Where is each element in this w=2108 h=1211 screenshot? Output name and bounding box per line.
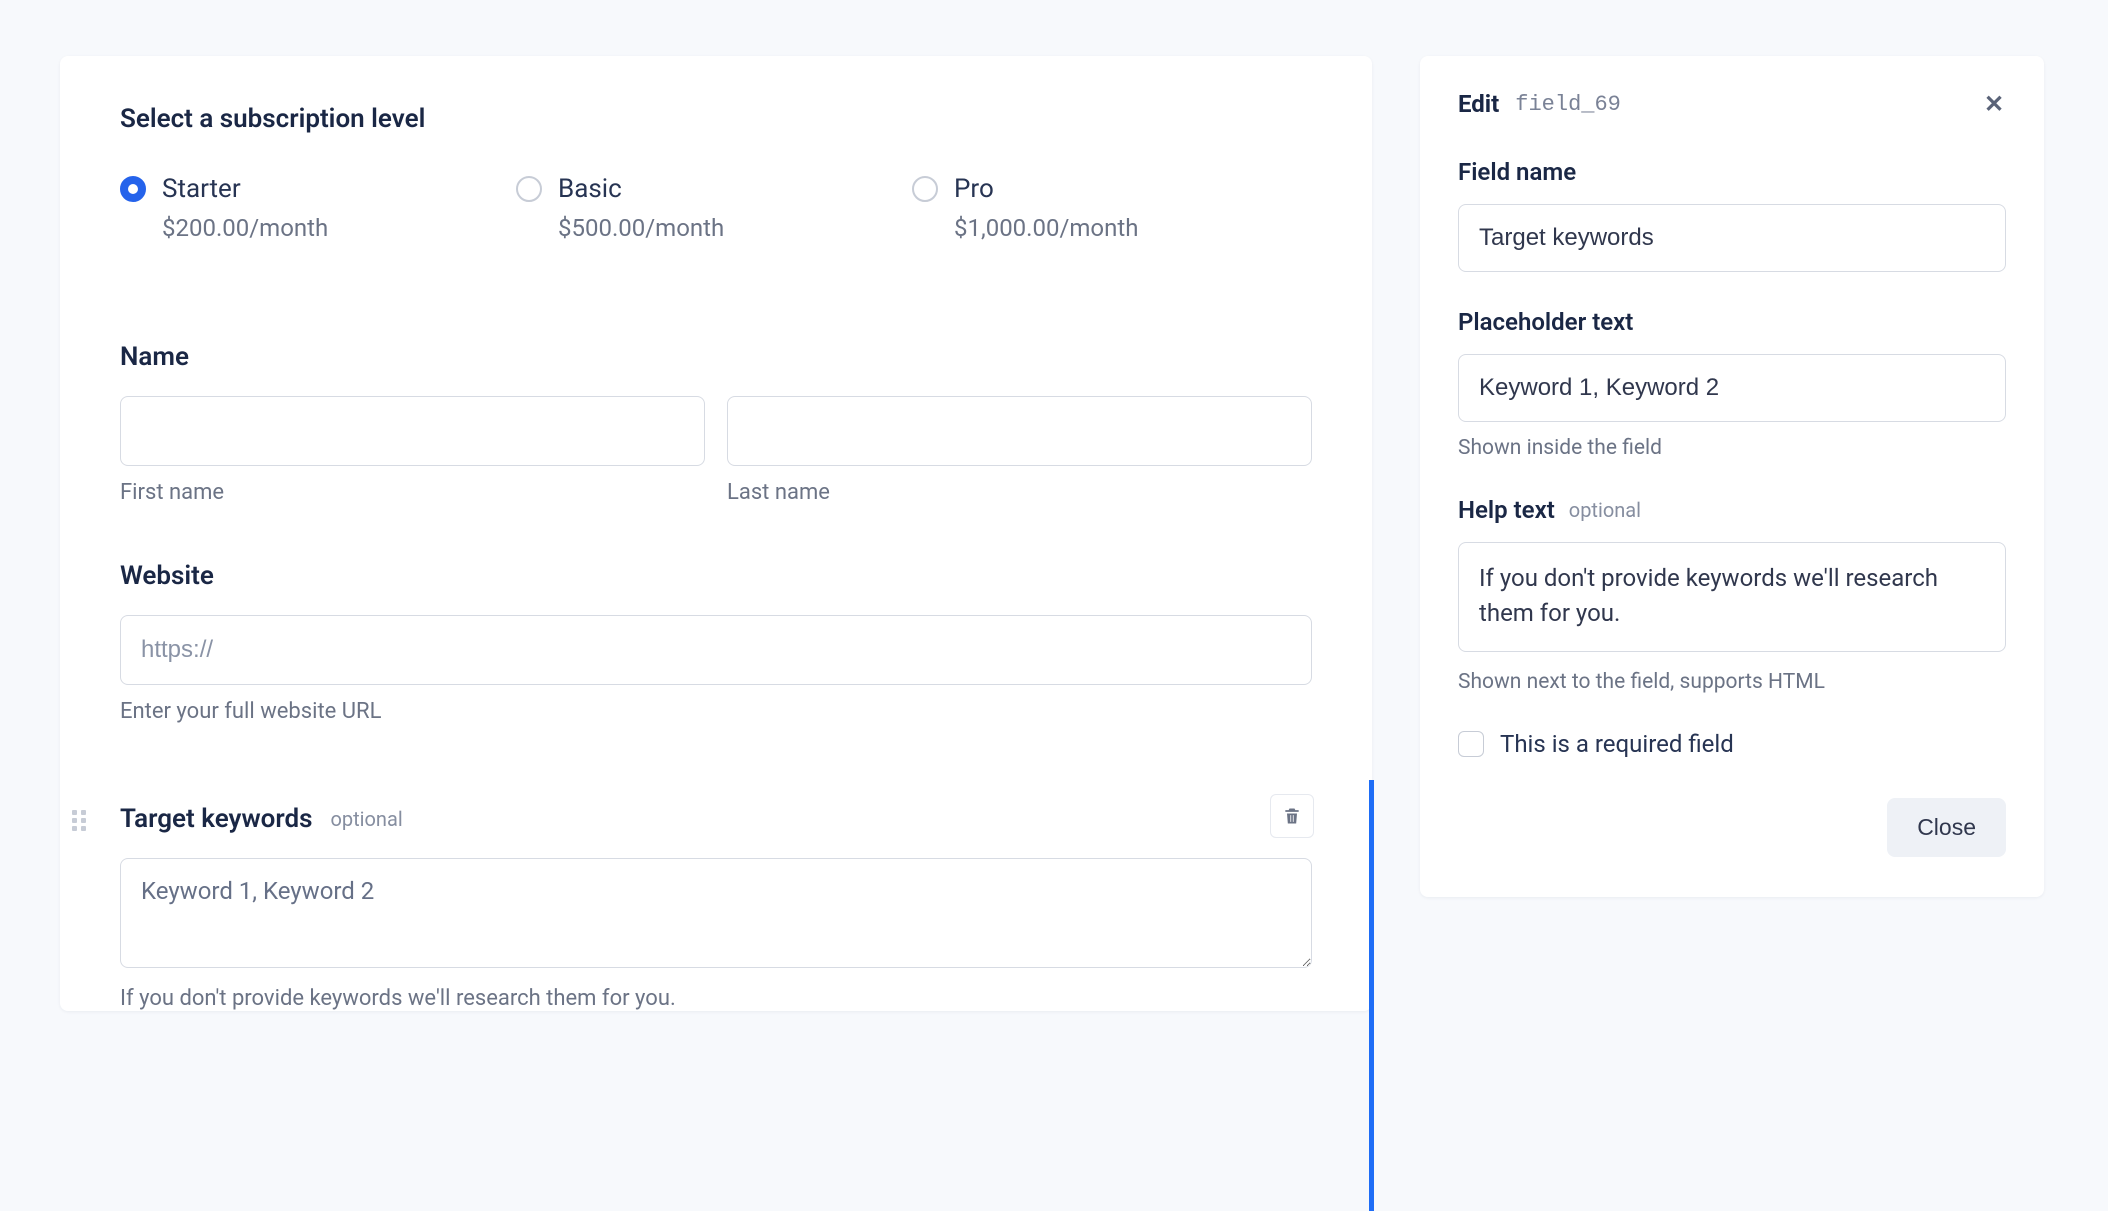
subscription-plans: Starter $200.00/month Basic $500.00/mont… (120, 174, 1312, 242)
close-icon[interactable]: ✕ (1982, 92, 2006, 116)
edit-field-panel: Edit field_69 ✕ Field name Placeholder t… (1420, 56, 2044, 897)
website-label: Website (120, 561, 1312, 591)
field-name-input[interactable] (1458, 204, 2006, 272)
website-field-group: Website Enter your full website URL (120, 561, 1312, 724)
plan-basic[interactable]: Basic $500.00/month (516, 174, 912, 242)
plan-pro[interactable]: Pro $1,000.00/month (912, 174, 1308, 242)
plan-name: Basic (558, 174, 724, 204)
close-button[interactable]: Close (1887, 798, 2006, 857)
first-name-sublabel: First name (120, 480, 705, 505)
last-name-input[interactable] (727, 396, 1312, 466)
delete-field-button[interactable] (1270, 794, 1314, 838)
plan-name: Pro (954, 174, 1138, 204)
placeholder-label: Placeholder text (1458, 308, 2006, 336)
radio-pro[interactable] (912, 176, 938, 202)
plan-starter[interactable]: Starter $200.00/month (120, 174, 516, 242)
first-name-input[interactable] (120, 396, 705, 466)
plan-price: $1,000.00/month (954, 214, 1138, 242)
keywords-textarea[interactable] (120, 858, 1312, 968)
name-label: Name (120, 342, 1312, 372)
plan-price: $200.00/month (162, 214, 328, 242)
last-name-sublabel: Last name (727, 480, 1312, 505)
field-name-label: Field name (1458, 158, 2006, 186)
required-label: This is a required field (1500, 730, 1734, 758)
keywords-label: Target keywords (120, 804, 312, 834)
radio-basic[interactable] (516, 176, 542, 202)
help-text-label: Help text (1458, 496, 1555, 524)
placeholder-help: Shown inside the field (1458, 436, 2006, 460)
keywords-field-group[interactable]: Target keywords optional If you don't pr… (60, 780, 1372, 1011)
field-id: field_69 (1515, 92, 1621, 117)
help-text-help: Shown next to the field, supports HTML (1458, 670, 2006, 694)
website-help: Enter your full website URL (120, 699, 1312, 724)
radio-starter[interactable] (120, 176, 146, 202)
trash-icon (1282, 805, 1302, 827)
edit-label: Edit (1458, 90, 1499, 118)
plan-price: $500.00/month (558, 214, 724, 242)
keywords-help: If you don't provide keywords we'll rese… (120, 986, 1312, 1011)
required-checkbox[interactable] (1458, 731, 1484, 757)
name-field-group: Name First name Last name (120, 342, 1312, 505)
form-preview-card: Select a subscription level Starter $200… (60, 56, 1372, 1011)
optional-badge: optional (1569, 498, 1641, 522)
optional-badge: optional (330, 807, 402, 831)
plan-name: Starter (162, 174, 328, 204)
website-input[interactable] (120, 615, 1312, 685)
placeholder-input[interactable] (1458, 354, 2006, 422)
help-text-input[interactable] (1458, 542, 2006, 652)
subscription-title: Select a subscription level (120, 104, 1312, 134)
drag-handle-icon[interactable] (72, 810, 92, 830)
